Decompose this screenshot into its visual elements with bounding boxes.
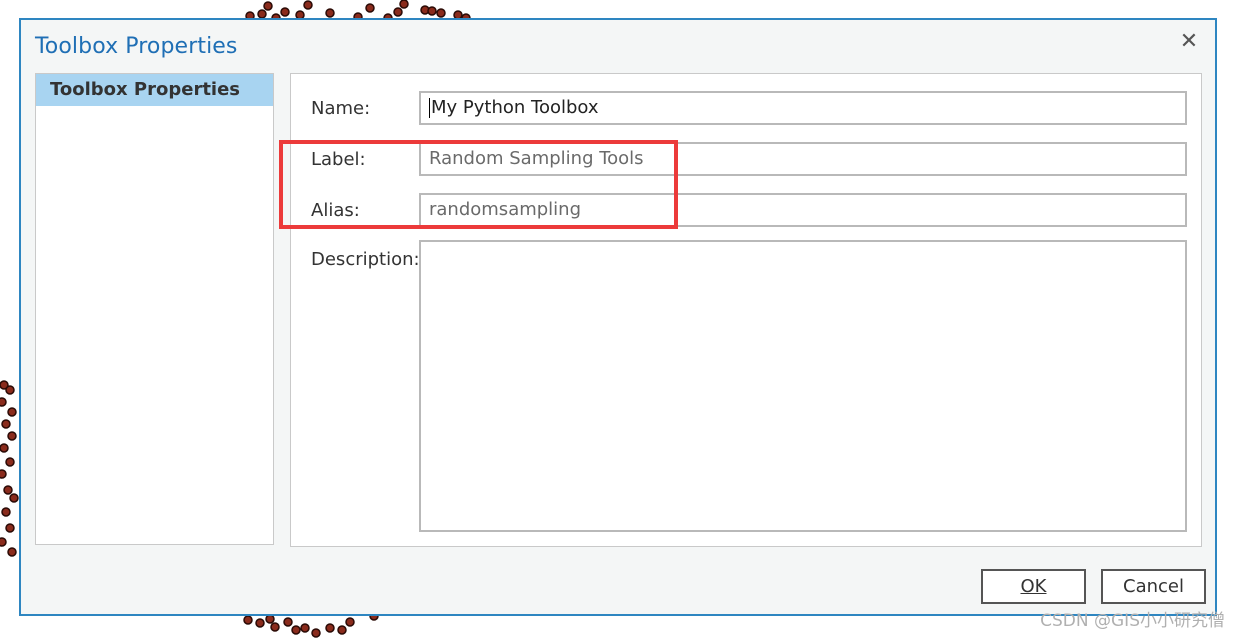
map-point	[7, 547, 17, 557]
nav-panel: Toolbox Properties	[35, 73, 274, 545]
cancel-button[interactable]: Cancel	[1101, 569, 1206, 604]
toolbox-properties-dialog: Toolbox Properties ✕ Toolbox Properties …	[19, 18, 1217, 616]
map-point	[9, 493, 19, 503]
map-point	[5, 523, 15, 533]
map-point	[325, 623, 335, 633]
ok-button-label: OK	[1020, 576, 1047, 597]
name-value: My Python Toolbox	[431, 97, 599, 118]
map-point	[270, 622, 280, 632]
ok-button[interactable]: OK	[981, 569, 1086, 604]
map-point	[311, 628, 321, 638]
map-point	[325, 8, 335, 18]
map-point	[427, 6, 437, 16]
map-point	[399, 0, 409, 9]
map-point	[303, 0, 313, 10]
map-point	[1, 507, 11, 517]
map-point	[3, 485, 13, 495]
text-caret	[429, 98, 430, 118]
name-field[interactable]: My Python Toolbox	[419, 91, 1187, 125]
map-point	[0, 443, 9, 453]
map-point	[365, 3, 375, 13]
map-point	[7, 407, 17, 417]
map-point	[243, 615, 253, 625]
map-point	[7, 431, 17, 441]
nav-item-toolbox-properties[interactable]: Toolbox Properties	[36, 74, 273, 106]
map-point	[436, 8, 446, 18]
map-point	[0, 469, 7, 479]
map-point	[300, 623, 310, 633]
watermark: CSDN @GIS小小研究僧	[1040, 611, 1225, 631]
map-point	[393, 7, 403, 17]
highlight-annotation	[279, 140, 678, 229]
dialog-title: Toolbox Properties	[35, 34, 238, 59]
map-point	[345, 617, 355, 627]
map-point	[265, 614, 275, 624]
description-field[interactable]	[419, 240, 1187, 532]
map-point	[280, 7, 290, 17]
map-point	[0, 537, 7, 547]
map-point	[337, 625, 347, 635]
map-point	[255, 618, 265, 628]
map-point	[257, 9, 267, 19]
map-point	[5, 457, 15, 467]
close-icon[interactable]: ✕	[1179, 31, 1199, 53]
name-label: Name:	[311, 98, 371, 119]
map-point	[0, 397, 7, 407]
description-label: Description:	[311, 249, 420, 270]
map-point	[291, 625, 301, 635]
map-point	[283, 617, 293, 627]
map-point	[1, 419, 11, 429]
map-point	[5, 385, 15, 395]
map-point	[263, 1, 273, 11]
